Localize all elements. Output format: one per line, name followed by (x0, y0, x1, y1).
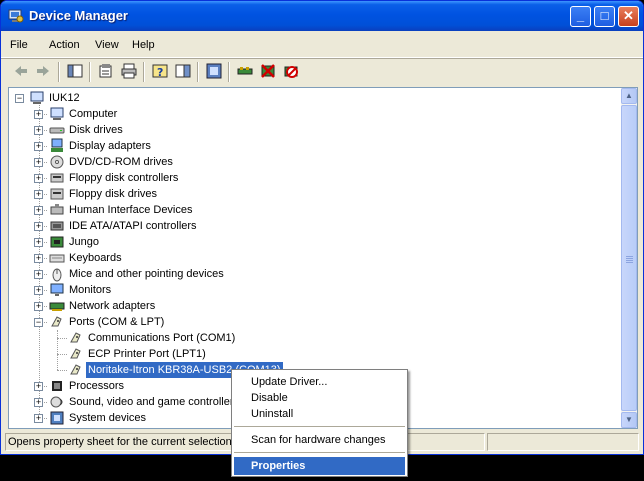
menu-view[interactable]: View (95, 39, 119, 51)
expander-7[interactable]: + (34, 222, 43, 231)
expander-8[interactable]: + (34, 238, 43, 247)
expander-9[interactable]: + (34, 254, 43, 263)
keyboard-icon (49, 250, 65, 266)
toolbar-separator (197, 62, 198, 82)
tree-item-label[interactable]: IDE ATA/ATAPI controllers (67, 218, 199, 234)
disable-icon[interactable] (283, 63, 299, 79)
system-devices-icon (49, 410, 65, 426)
tree-item-label[interactable]: DVD/CD-ROM drives (67, 154, 175, 170)
port-icon (68, 330, 84, 346)
context-menu: Update Driver... Disable Uninstall Scan … (231, 369, 408, 477)
expander-10[interactable]: + (34, 270, 43, 279)
expander-root[interactable]: − (15, 94, 24, 103)
title-bar[interactable]: Device Manager _ □ ✕ (1, 1, 643, 31)
disk-drive-icon (49, 122, 65, 138)
maximize-button[interactable]: □ (594, 6, 615, 27)
dvd-drive-icon (49, 154, 65, 170)
toolbar-separator (143, 62, 144, 82)
toolbar: ? (1, 58, 643, 86)
context-separator (234, 452, 405, 453)
context-uninstall[interactable]: Uninstall (234, 405, 405, 423)
context-separator (234, 426, 405, 427)
mouse-icon (49, 266, 65, 282)
status-panel (487, 433, 639, 451)
properties-icon[interactable] (98, 63, 114, 79)
expander-4[interactable]: + (34, 174, 43, 183)
floppy-controller-icon (49, 170, 65, 186)
tree-item-label[interactable]: Display adapters (67, 138, 153, 154)
tree-item-label[interactable]: Processors (67, 378, 126, 394)
menu-file[interactable]: File (10, 39, 28, 51)
network-adapter-icon (49, 298, 65, 314)
display-adapter-icon (49, 138, 65, 154)
expander-6[interactable]: + (34, 206, 43, 215)
vertical-scrollbar[interactable]: ▲ ▼ (621, 88, 637, 428)
tree-item-label[interactable]: Ports (COM & LPT) (67, 314, 166, 330)
update-driver-icon[interactable] (237, 63, 253, 79)
device-manager-icon (8, 9, 24, 23)
monitor-icon (49, 282, 65, 298)
expander-0[interactable]: + (34, 110, 43, 119)
expander-14[interactable]: + (34, 382, 43, 391)
processor-icon (49, 378, 65, 394)
expander-2[interactable]: + (34, 142, 43, 151)
scroll-up-button[interactable]: ▲ (621, 88, 637, 104)
port-icon (49, 314, 65, 330)
close-button[interactable]: ✕ (618, 6, 639, 27)
context-scan-hardware[interactable]: Scan for hardware changes (234, 431, 405, 449)
tree-item-label[interactable]: Keyboards (67, 250, 124, 266)
scroll-down-button[interactable]: ▼ (621, 412, 637, 428)
hid-icon (49, 202, 65, 218)
tree-item-label[interactable]: Sound, video and game controllers (67, 394, 241, 410)
help-icon[interactable]: ? (152, 63, 168, 79)
expander-12[interactable]: + (34, 302, 43, 311)
menu-help[interactable]: Help (132, 39, 155, 51)
tree-item-label[interactable]: Floppy disk controllers (67, 170, 180, 186)
port-icon (68, 362, 84, 378)
menu-bar: File Action View Help (1, 33, 643, 58)
uninstall-icon[interactable] (260, 63, 276, 79)
menu-action[interactable]: Action (49, 39, 80, 51)
back-arrow-icon[interactable] (13, 63, 29, 79)
tree-item-label[interactable]: Jungo (67, 234, 101, 250)
ide-controller-icon (49, 218, 65, 234)
sound-icon (49, 394, 65, 410)
toolbar-separator (228, 62, 229, 82)
scroll-thumb[interactable] (621, 105, 637, 411)
chip-icon (49, 234, 65, 250)
tree-item-label[interactable]: Mice and other pointing devices (67, 266, 226, 282)
tree-item-label[interactable]: Network adapters (67, 298, 157, 314)
context-properties[interactable]: Properties (234, 457, 405, 475)
show-hide-tree-icon[interactable] (67, 63, 83, 79)
expander-15[interactable]: + (34, 398, 43, 407)
floppy-drive-icon (49, 186, 65, 202)
tree-item-label[interactable]: Monitors (67, 282, 113, 298)
root-computer-icon (29, 90, 45, 106)
tree-item-label[interactable]: Human Interface Devices (67, 202, 195, 218)
tree-child-label[interactable]: Communications Port (COM1) (86, 330, 237, 346)
expander-3[interactable]: + (34, 158, 43, 167)
tree-child-label[interactable]: ECP Printer Port (LPT1) (86, 346, 208, 362)
window-title: Device Manager (29, 8, 128, 23)
port-icon (68, 346, 84, 362)
expander-11[interactable]: + (34, 286, 43, 295)
expander-1[interactable]: + (34, 126, 43, 135)
scan-hardware-icon[interactable] (206, 63, 222, 79)
toolbar-separator (58, 62, 59, 82)
print-icon[interactable] (121, 63, 137, 79)
svg-text:?: ? (157, 66, 163, 79)
minimize-button[interactable]: _ (570, 6, 591, 27)
expander-16[interactable]: + (34, 414, 43, 423)
toolbar-separator (89, 62, 90, 82)
computer-icon (49, 106, 65, 122)
tree-item-label[interactable]: Disk drives (67, 122, 125, 138)
expander-13[interactable]: − (34, 318, 43, 327)
forward-arrow-icon[interactable] (35, 63, 51, 79)
tree-item-label[interactable]: Computer (67, 106, 119, 122)
action-pane-icon[interactable] (175, 63, 191, 79)
tree-item-label[interactable]: Floppy disk drives (67, 186, 159, 202)
expander-5[interactable]: + (34, 190, 43, 199)
tree-root-label[interactable]: IUK12 (47, 90, 82, 106)
tree-item-label[interactable]: System devices (67, 410, 148, 426)
